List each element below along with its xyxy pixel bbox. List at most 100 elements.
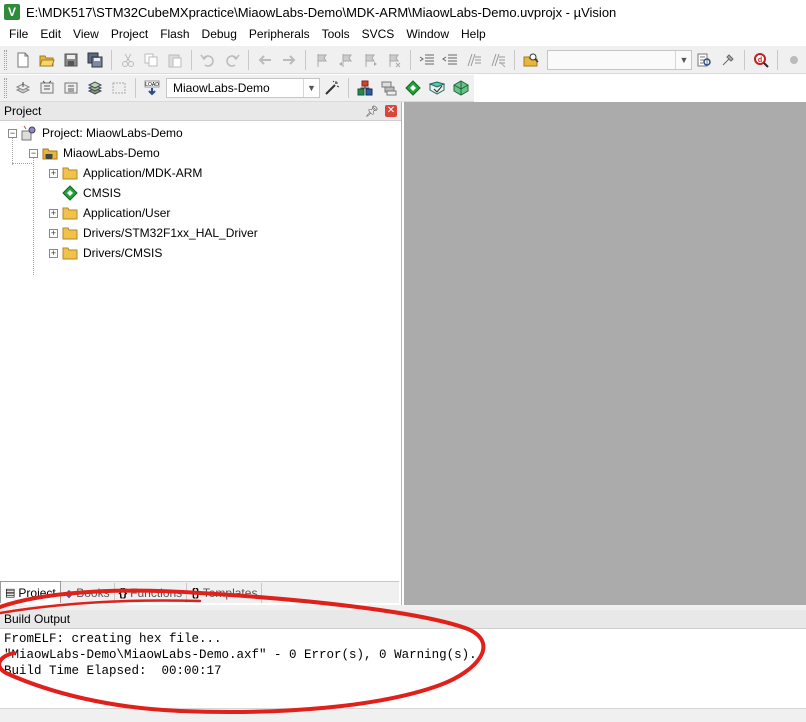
menu-help[interactable]: Help: [455, 24, 492, 45]
menu-edit[interactable]: Edit: [34, 24, 67, 45]
next-bookmark-button[interactable]: [359, 49, 381, 71]
stop-build-button[interactable]: [108, 77, 130, 99]
build-icon: [40, 80, 54, 94]
target-folder-icon: [42, 145, 58, 161]
paste-button[interactable]: [164, 49, 186, 71]
build-output-line: "MiaowLabs-Demo\MiaowLabs-Demo.axf" - 0 …: [4, 648, 477, 662]
tree-root-project[interactable]: − Project: MiaowLabs-Demo: [0, 123, 401, 143]
tab-functions[interactable]: {} Functions: [115, 583, 188, 603]
pin-icon[interactable]: 📌︎: [365, 105, 379, 118]
folder-icon: [62, 225, 78, 241]
toolbar-empty-area: [474, 74, 806, 102]
folder-icon: [62, 245, 78, 261]
toolbar-separator: [248, 49, 250, 70]
toolbar-separator: [514, 49, 516, 70]
pack-installer-icon: [453, 80, 469, 96]
books-icon: ◆: [64, 587, 74, 600]
comment-button[interactable]: [463, 49, 485, 71]
menu-svcs[interactable]: SVCS: [356, 24, 401, 45]
build-button[interactable]: [36, 77, 58, 99]
cut-button[interactable]: [117, 49, 139, 71]
download-button[interactable]: LOAD: [141, 77, 163, 99]
tree-group-item[interactable]: + Drivers/STM32F1xx_HAL_Driver: [0, 223, 401, 243]
redo-icon: [226, 54, 240, 67]
horizontal-scrollbar[interactable]: [0, 708, 806, 722]
close-icon[interactable]: ✕: [385, 105, 397, 117]
menu-view[interactable]: View: [67, 24, 105, 45]
debug-session-button[interactable]: [717, 49, 739, 71]
unindent-button[interactable]: [440, 49, 462, 71]
target-options-button[interactable]: [321, 77, 343, 99]
incremental-find-button[interactable]: [693, 49, 715, 71]
build-output-line: Build Time Elapsed: 00:00:17: [4, 664, 222, 678]
tree-group-item[interactable]: + Application/User: [0, 203, 401, 223]
find-combo[interactable]: ▼: [547, 49, 693, 70]
editor-area[interactable]: [404, 102, 806, 605]
menu-project[interactable]: Project: [105, 24, 154, 45]
menu-tools[interactable]: Tools: [316, 24, 356, 45]
expand-icon[interactable]: +: [49, 168, 58, 178]
clear-bookmarks-button[interactable]: [383, 49, 405, 71]
translate-icon: [15, 82, 31, 94]
undo-button[interactable]: [197, 49, 219, 71]
tree-group-item[interactable]: CMSIS: [0, 183, 401, 203]
tab-templates[interactable]: {} Templates: [187, 583, 263, 603]
tree-target-label: MiaowLabs-Demo: [63, 146, 160, 160]
new-file-button[interactable]: [12, 49, 34, 71]
expand-icon[interactable]: +: [49, 248, 58, 258]
menu-peripherals[interactable]: Peripherals: [243, 24, 316, 45]
tab-books[interactable]: ◆ Books: [61, 583, 115, 603]
collapse-icon[interactable]: −: [29, 148, 38, 158]
build-output-text[interactable]: FromELF: creating hex file... "MiaowLabs-…: [0, 629, 806, 679]
batch-build-button[interactable]: [84, 77, 106, 99]
menu-flash[interactable]: Flash: [154, 24, 195, 45]
software-packs-icon: [429, 81, 445, 95]
file-extensions-button[interactable]: [354, 77, 376, 99]
toolbar-separator: [304, 49, 306, 70]
uncomment-button[interactable]: [487, 49, 509, 71]
tree-group-item[interactable]: + Drivers/CMSIS: [0, 243, 401, 263]
menu-debug[interactable]: Debug: [196, 24, 243, 45]
tree-group-label: CMSIS: [83, 186, 122, 200]
target-select[interactable]: MiaowLabs-Demo ▼: [166, 78, 320, 98]
breakpoint-icon: [790, 55, 799, 64]
redo-button[interactable]: [221, 49, 243, 71]
save-button[interactable]: [60, 49, 82, 71]
arrow-left-icon: [258, 54, 272, 65]
open-file-button[interactable]: [36, 49, 58, 71]
tree-group-label: Application/MDK-ARM: [83, 166, 203, 180]
rebuild-button[interactable]: [60, 77, 82, 99]
pack-installer-button[interactable]: [450, 77, 472, 99]
indent-button[interactable]: [416, 49, 438, 71]
toolbar-grip[interactable]: [4, 49, 7, 70]
manage-components-button[interactable]: [378, 77, 400, 99]
title-bar: V E:\MDK517\STM32CubeMXpractice\MiaowLab…: [0, 0, 806, 24]
navigate-forward-button[interactable]: [278, 49, 300, 71]
bookmark-previous-icon: [338, 53, 352, 67]
save-all-button[interactable]: [84, 49, 106, 71]
toolbar-separator: [744, 49, 746, 70]
tab-project[interactable]: ▤ Project: [0, 581, 61, 603]
start-debug-button[interactable]: d: [750, 49, 772, 71]
tree-group-label: Drivers/STM32F1xx_HAL_Driver: [83, 226, 258, 240]
previous-bookmark-button[interactable]: [335, 49, 357, 71]
run-time-environment-button[interactable]: [402, 77, 424, 99]
menu-file[interactable]: File: [3, 24, 34, 45]
target-select-value: MiaowLabs-Demo: [173, 81, 270, 95]
expand-icon[interactable]: +: [49, 208, 58, 218]
breakpoint-button[interactable]: [783, 49, 805, 71]
tree-group-item[interactable]: + Application/MDK-ARM: [0, 163, 401, 183]
toolbar-grip[interactable]: [4, 78, 7, 98]
toolbar-separator: [777, 49, 779, 70]
insert-bookmark-button[interactable]: [311, 49, 333, 71]
tree-target[interactable]: − MiaowLabs-Demo: [0, 143, 401, 163]
select-software-packs-button[interactable]: [426, 77, 448, 99]
collapse-icon[interactable]: −: [8, 128, 17, 138]
expand-icon[interactable]: +: [49, 228, 58, 238]
copy-button[interactable]: [141, 49, 163, 71]
translate-button[interactable]: [12, 77, 34, 99]
find-in-files-button[interactable]: [520, 49, 542, 71]
project-panel: Project 📌︎ ✕ − Project: MiaowLabs-Demo −…: [0, 102, 402, 605]
menu-window[interactable]: Window: [400, 24, 455, 45]
navigate-back-button[interactable]: [254, 49, 276, 71]
